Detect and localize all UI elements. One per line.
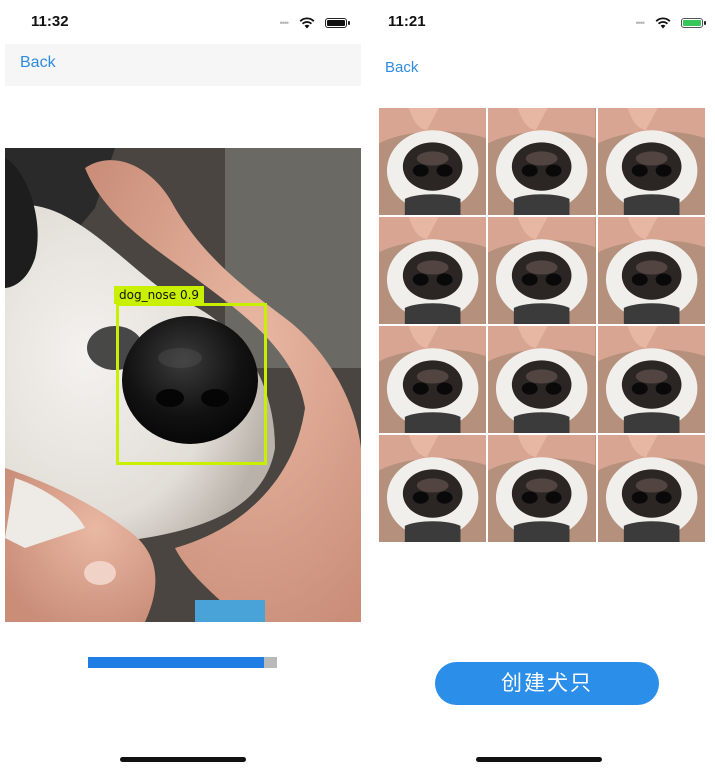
- nav-bar: Back: [373, 44, 715, 86]
- nose-thumbnail[interactable]: [597, 435, 705, 542]
- back-button[interactable]: Back: [20, 54, 56, 72]
- nose-thumbnail[interactable]: [379, 108, 487, 215]
- progress-bar-fill: [88, 657, 264, 668]
- nose-thumbnail[interactable]: [488, 326, 596, 433]
- nose-thumbnail-image: [597, 217, 705, 324]
- home-indicator[interactable]: [476, 757, 602, 762]
- nose-thumbnail[interactable]: [379, 435, 487, 542]
- nose-thumbnail[interactable]: [379, 326, 487, 433]
- detection-screen: 11:32 •••• Back dog_nose 0.9: [5, 0, 361, 769]
- cellular-signal-icon: ••••: [279, 17, 289, 28]
- nose-bounding-box: [116, 303, 267, 465]
- status-icons: ••••: [273, 14, 350, 29]
- nose-thumbnail-image: [488, 435, 596, 542]
- battery-charging-icon: [681, 17, 706, 28]
- nose-thumbnail[interactable]: [488, 435, 596, 542]
- create-dog-button[interactable]: 创建犬只: [435, 662, 659, 705]
- nose-thumbnail-image: [379, 326, 487, 433]
- nose-image-grid: [379, 108, 705, 542]
- wifi-icon: [655, 17, 670, 29]
- nose-thumbnail[interactable]: [597, 326, 705, 433]
- battery-icon: [325, 17, 350, 28]
- cellular-signal-icon: ••••: [635, 17, 645, 28]
- progress-bar: [88, 657, 277, 668]
- status-time: 11:32: [31, 13, 69, 30]
- dog-nose-photo: dog_nose 0.9: [5, 148, 361, 622]
- nose-thumbnail[interactable]: [597, 217, 705, 324]
- nose-thumbnail[interactable]: [597, 108, 705, 215]
- nose-thumbnail[interactable]: [488, 108, 596, 215]
- nav-bar: Back: [5, 44, 361, 86]
- status-icons: ••••: [629, 14, 706, 29]
- nose-thumbnail-image: [379, 217, 487, 324]
- nose-thumbnail-image: [597, 326, 705, 433]
- status-bar: 11:21 ••••: [373, 0, 715, 44]
- nose-thumbnail[interactable]: [379, 217, 487, 324]
- nose-thumbnail-image: [488, 217, 596, 324]
- status-time: 11:21: [388, 13, 426, 30]
- nose-thumbnail[interactable]: [488, 217, 596, 324]
- nose-thumbnail-image: [379, 435, 487, 542]
- nose-gallery-screen: 11:21 •••• Back 创建犬只: [373, 0, 715, 769]
- nose-thumbnail-image: [488, 326, 596, 433]
- status-bar: 11:32 ••••: [5, 0, 361, 44]
- nose-thumbnail-image: [379, 108, 487, 215]
- back-button[interactable]: Back: [385, 59, 418, 76]
- nose-thumbnail-image: [597, 108, 705, 215]
- home-indicator[interactable]: [120, 757, 246, 762]
- detection-label: dog_nose 0.9: [114, 286, 205, 304]
- wifi-icon: [299, 17, 314, 29]
- nose-thumbnail-image: [488, 108, 596, 215]
- nose-thumbnail-image: [597, 435, 705, 542]
